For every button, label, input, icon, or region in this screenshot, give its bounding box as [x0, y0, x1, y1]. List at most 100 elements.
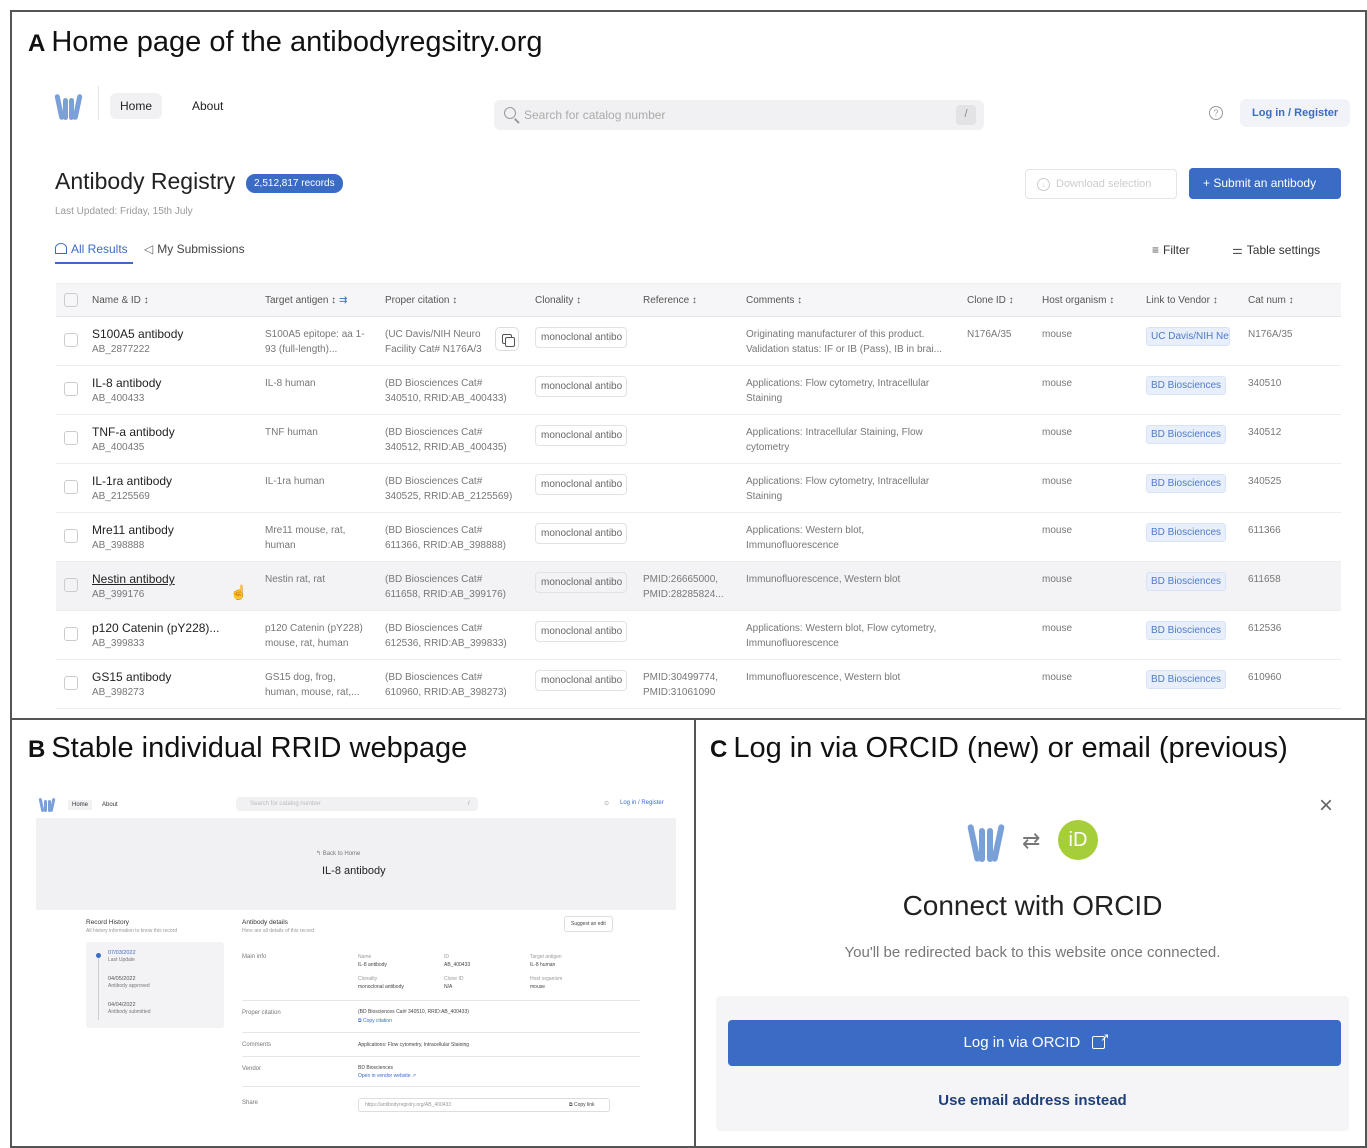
table-settings-button[interactable]: ⚌ Table settings [1232, 243, 1320, 257]
row-checkbox[interactable] [64, 529, 78, 543]
vendor-link[interactable]: BD Biosciences [1146, 523, 1227, 542]
copy-icon[interactable] [495, 327, 519, 351]
row-checkbox[interactable] [64, 627, 78, 641]
name-id-cell[interactable]: p120 Catenin (pY228)... AB_399833 [84, 610, 257, 660]
search-input[interactable]: Search for catalog number / [494, 100, 984, 130]
table-row[interactable]: GS15 antibody AB_398273 GS15 dog, frog, hu… [56, 659, 1341, 709]
row-select-cell[interactable] [56, 659, 84, 709]
select-all-checkbox[interactable] [64, 293, 78, 307]
row-checkbox[interactable] [64, 333, 78, 347]
login-orcid-button[interactable]: Log in via ORCID ↗ [728, 1020, 1341, 1066]
reference-cell[interactable] [635, 463, 738, 513]
nav-about-link[interactable]: About [182, 93, 233, 119]
copy-link-button[interactable]: ⧉ Copy link [569, 1102, 595, 1108]
use-email-button[interactable]: Use email address instead [716, 1092, 1349, 1109]
antibody-name-link[interactable]: p120 Catenin (pY228)... [92, 621, 249, 636]
col-reference[interactable]: Reference ↕ [635, 283, 738, 317]
mini-search-input[interactable]: Search for catalog number / [236, 797, 478, 811]
table-row[interactable]: S100A5 antibody AB_2877222 S100A5 epitope:… [56, 316, 1341, 366]
reference-cell[interactable] [635, 414, 738, 464]
history-date-1[interactable]: 07/03/2022 [108, 950, 136, 956]
filter-button[interactable]: ≡ Filter [1152, 243, 1190, 257]
table-row[interactable]: p120 Catenin (pY228)... AB_399833 p120 Cat… [56, 610, 1341, 660]
table-row[interactable]: Mre11 antibody AB_398888 Mre11 mouse, rat,… [56, 512, 1341, 562]
antibody-name-link[interactable]: Nestin antibody [92, 572, 249, 587]
row-checkbox[interactable] [64, 676, 78, 690]
antibody-name-link[interactable]: GS15 antibody [92, 670, 249, 685]
mini-help-icon[interactable]: ⊙ [604, 800, 609, 807]
vendor-link[interactable]: BD Biosciences [1146, 670, 1227, 689]
mini-nav-about[interactable]: About [102, 802, 118, 808]
name-id-cell[interactable]: GS15 antibody AB_398273 [84, 659, 257, 709]
row-checkbox[interactable] [64, 382, 78, 396]
antibody-name-link[interactable]: IL-1ra antibody [92, 474, 249, 489]
col-clonality[interactable]: Clonality ↕ [527, 283, 635, 317]
copy-citation-link[interactable]: ⧉ Copy citation [358, 1018, 392, 1024]
history-date-2[interactable]: 04/05/2022 [108, 976, 136, 982]
row-select-cell[interactable] [56, 610, 84, 660]
reference-cell[interactable] [635, 610, 738, 660]
antibody-name-link[interactable]: Mre11 antibody [92, 523, 249, 538]
vendor-link[interactable]: BD Biosciences [1146, 572, 1227, 591]
column-filter-icon[interactable]: ⇉ [339, 295, 347, 306]
vendor-link[interactable]: BD Biosciences [1146, 425, 1227, 444]
name-id-cell[interactable]: IL-1ra antibody AB_2125569 [84, 463, 257, 513]
col-proper-citation[interactable]: Proper citation ↕ [377, 283, 527, 317]
mini-login-button[interactable]: Log in / Register [620, 800, 664, 806]
antibody-registry-logo[interactable] [54, 90, 83, 121]
vendor-link[interactable]: BD Biosciences [1146, 621, 1227, 640]
open-vendor-link[interactable]: Open in vendor website ↗ [358, 1073, 416, 1079]
table-row[interactable]: TNF-a antibody AB_400435 TNF human (BD Bios… [56, 414, 1341, 464]
row-checkbox[interactable] [64, 431, 78, 445]
reference-cell[interactable]: PMID:30499774, PMID:31061090 [635, 659, 738, 709]
col-link-to-vendor[interactable]: Link to Vendor ↕ [1138, 283, 1240, 317]
name-id-cell[interactable]: Mre11 antibody AB_398888 [84, 512, 257, 562]
row-select-cell[interactable] [56, 316, 84, 366]
antibody-name-link[interactable]: S100A5 antibody [92, 327, 249, 342]
vendor-link[interactable]: BD Biosciences [1146, 376, 1227, 395]
field-clonality-key: Clonality [358, 976, 378, 982]
row-select-cell[interactable] [56, 463, 84, 513]
table-row[interactable]: Nestin antibody AB_399176 Nestin rat, rat (… [56, 561, 1341, 611]
table-row[interactable]: IL-8 antibody AB_400433 IL-8 human (BD Bios… [56, 365, 1341, 415]
row-select-cell[interactable] [56, 365, 84, 415]
row-checkbox[interactable] [64, 480, 78, 494]
help-icon[interactable]: ? [1209, 106, 1223, 120]
suggest-edit-button[interactable]: Suggest an edit [564, 916, 613, 932]
mini-nav-home[interactable]: Home [68, 800, 93, 810]
reference-cell[interactable]: PMID:26665000, PMID:28285824... [635, 561, 738, 611]
reference-cell[interactable] [635, 512, 738, 562]
row-select-cell[interactable] [56, 512, 84, 562]
col-clone-id[interactable]: Clone ID ↕ [959, 283, 1034, 317]
tab-my-submissions[interactable]: ◁ My Submissions [144, 242, 245, 256]
col-name-id[interactable]: Name & ID ↕ [84, 283, 257, 317]
col-target-antigen[interactable]: Target antigen ↕ ⇉ [257, 283, 377, 317]
name-id-cell[interactable]: IL-8 antibody AB_400433 [84, 365, 257, 415]
antibody-name-link[interactable]: TNF-a antibody [92, 425, 249, 440]
close-icon[interactable]: × [1319, 792, 1333, 820]
row-select-cell[interactable] [56, 561, 84, 611]
nav-home-link[interactable]: Home [110, 93, 163, 119]
antibody-registry-logo-small[interactable] [38, 796, 56, 813]
col-host-organism[interactable]: Host organism ↕ [1034, 283, 1138, 317]
share-url-field[interactable]: https://antibodyregistry.org/AB_400433 ⧉… [358, 1098, 610, 1112]
login-register-button[interactable]: Log in / Register [1240, 99, 1351, 127]
vendor-link[interactable]: UC Davis/NIH Neu [1146, 327, 1230, 346]
table-row[interactable]: IL-1ra antibody AB_2125569 IL-1ra human (BD… [56, 463, 1341, 513]
back-to-home-link[interactable]: ↰ Back to Home [316, 850, 360, 857]
reference-cell[interactable] [635, 316, 738, 366]
name-id-cell[interactable]: TNF-a antibody AB_400435 [84, 414, 257, 464]
submit-antibody-button[interactable]: + Submit an antibody [1189, 168, 1341, 199]
download-selection-button[interactable]: ↓ Download selection [1025, 169, 1177, 199]
antibody-name-link[interactable]: IL-8 antibody [92, 376, 249, 391]
tab-all-results[interactable]: All Results [55, 242, 128, 256]
select-all-cell[interactable] [56, 283, 84, 317]
name-id-cell[interactable]: S100A5 antibody AB_2877222 [84, 316, 257, 366]
reference-cell[interactable] [635, 365, 738, 415]
col-comments[interactable]: Comments ↕ [738, 283, 959, 317]
row-select-cell[interactable] [56, 414, 84, 464]
vendor-link[interactable]: BD Biosciences [1146, 474, 1227, 493]
row-checkbox[interactable] [64, 578, 78, 592]
history-date-3[interactable]: 04/04/2022 [108, 1002, 136, 1008]
col-cat-num[interactable]: Cat num ↕ [1240, 283, 1341, 317]
